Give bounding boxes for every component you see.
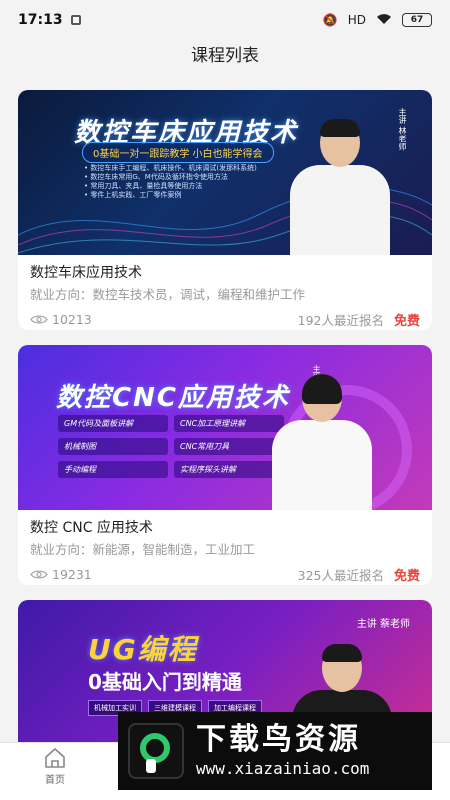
course-banner[interactable]: 数控车床应用技术 0基础一对一跟踪教学 小白也能学得会 • 数控车床手工编程、机… (18, 90, 432, 255)
course-banner[interactable]: 数控CNC应用技术 GM代码及面板讲解 CNC加工原理讲解 机械制图 CNC常用… (18, 345, 432, 510)
instructor-label: 主讲 林老师 (398, 108, 407, 151)
view-count-value: 10213 (52, 311, 92, 327)
course-card[interactable]: 数控CNC应用技术 GM代码及面板讲解 CNC加工原理讲解 机械制图 CNC常用… (18, 345, 432, 585)
battery-icon: 67 (402, 13, 432, 27)
notification-icon (70, 15, 81, 25)
course-meta: 19231 325人最近报名 免费 (30, 563, 420, 585)
status-time: 17:13 (18, 12, 63, 28)
course-direction: 就业方向：数控车技术员，调试，编程和维护工作 (30, 287, 306, 302)
instructor-photo (272, 374, 372, 510)
watermark-overlay: 下载鸟资源 www.xiazainiao.com (118, 712, 432, 790)
banner-title: UG编程 (88, 633, 198, 666)
page-title: 课程列表 (191, 46, 259, 66)
mute-icon: 🔕 (322, 13, 338, 27)
instructor-photo (290, 119, 390, 255)
banner-tags: GM代码及面板讲解 CNC加工原理讲解 机械制图 CNC常用刀具 手动编程 实程… (58, 415, 284, 478)
banner-points: • 数控车床手工编程、机床操作、机床调试(发那科系统) • 数控车床常用G、M代… (84, 164, 257, 200)
view-count: 10213 (30, 312, 92, 327)
banner-title: 数控CNC应用技术 (56, 383, 290, 413)
price-badge: 免费 (393, 313, 420, 329)
eye-icon (30, 569, 48, 579)
view-count: 19231 (30, 567, 92, 582)
banner-tag: 实程序探头讲解 (174, 461, 284, 478)
home-icon (45, 748, 65, 768)
bird-logo-icon (128, 723, 184, 779)
tab-home-label: 首页 (45, 775, 65, 786)
banner-point: • 常用刀具、夹具、量检具等使用方法 (84, 182, 203, 190)
watermark-url: www.xiazainiao.com (196, 759, 370, 778)
enrolled-count: 192人最近报名 (297, 312, 384, 328)
course-direction: 就业方向：新能源，智能制造，工业加工 (30, 542, 256, 557)
course-title[interactable]: 数控 CNC 应用技术 (30, 518, 420, 538)
watermark-text: 下载鸟资源 www.xiazainiao.com (196, 722, 369, 780)
banner-point: • 数控车床手工编程、机床操作、机床调试(发那科系统) (84, 164, 257, 172)
instructor-label: 主讲 蔡老师 (356, 619, 410, 630)
banner-subtitle: 0基础一对一跟踪教学 小白也能学得会 (82, 142, 274, 163)
status-bar: 17:13 🔕 HD 67 (0, 0, 450, 40)
enrolled-count: 325人最近报名 (297, 567, 384, 583)
price-badge: 免费 (393, 568, 420, 584)
banner-tag: 手动编程 (58, 461, 168, 478)
course-info: 数控车床应用技术 就业方向：数控车技术员，调试，编程和维护工作 10213 19… (18, 255, 432, 330)
status-icons: 🔕 HD 67 (323, 13, 432, 28)
banner-tag: 机械制图 (58, 438, 168, 455)
banner-point: • 零件上机实践、工厂零件案例 (84, 191, 182, 199)
eye-icon (30, 314, 48, 324)
course-info: 数控 CNC 应用技术 就业方向：新能源，智能制造，工业加工 19231 325… (18, 510, 432, 585)
banner-tag: CNC常用刀具 (174, 438, 284, 455)
banner-subtitle: 0基础入门到精通 (88, 670, 242, 694)
wifi-icon (376, 13, 392, 28)
view-count-value: 19231 (52, 566, 92, 582)
banner-point: • 数控车床常用G、M代码及循环指令使用方法 (84, 173, 228, 181)
course-title[interactable]: 数控车床应用技术 (30, 263, 420, 283)
tab-home[interactable]: 首页 (30, 747, 80, 786)
course-card[interactable]: 数控车床应用技术 0基础一对一跟踪教学 小白也能学得会 • 数控车床手工编程、机… (18, 90, 432, 330)
banner-tag: GM代码及面板讲解 (58, 415, 168, 432)
banner-tag: CNC加工原理讲解 (174, 415, 284, 432)
course-meta: 10213 192人最近报名 免费 (30, 308, 420, 330)
hd-signal-icon: HD (347, 13, 366, 27)
watermark-title: 下载鸟资源 (196, 722, 361, 757)
